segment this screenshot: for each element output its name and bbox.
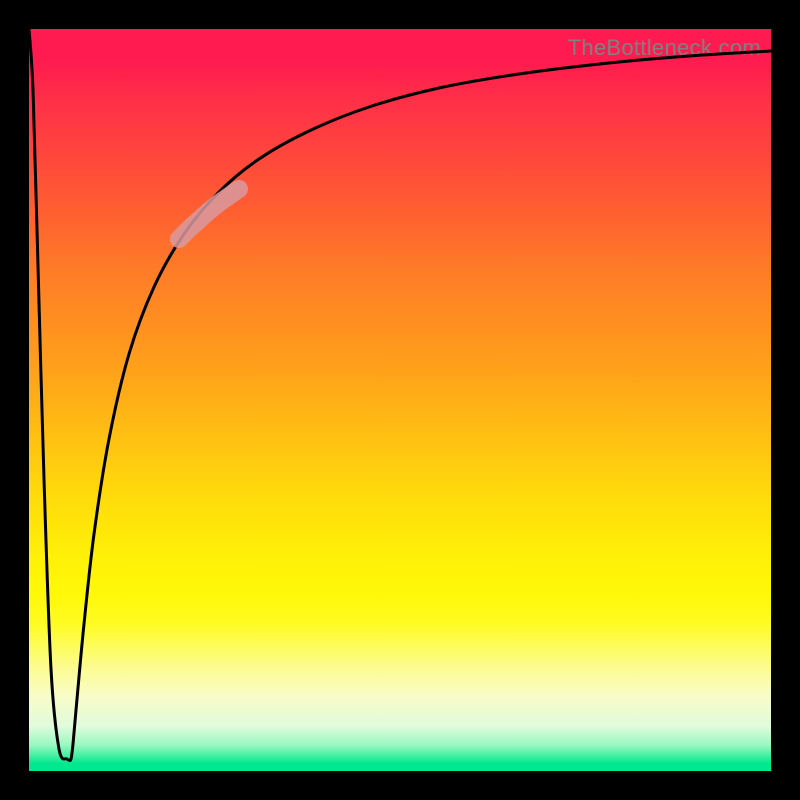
highlight-segment — [179, 189, 239, 239]
curve-layer — [29, 29, 771, 771]
plot-area: TheBottleneck.com — [29, 29, 771, 771]
chart-frame: TheBottleneck.com — [0, 0, 800, 800]
bottleneck-curve — [29, 29, 771, 761]
